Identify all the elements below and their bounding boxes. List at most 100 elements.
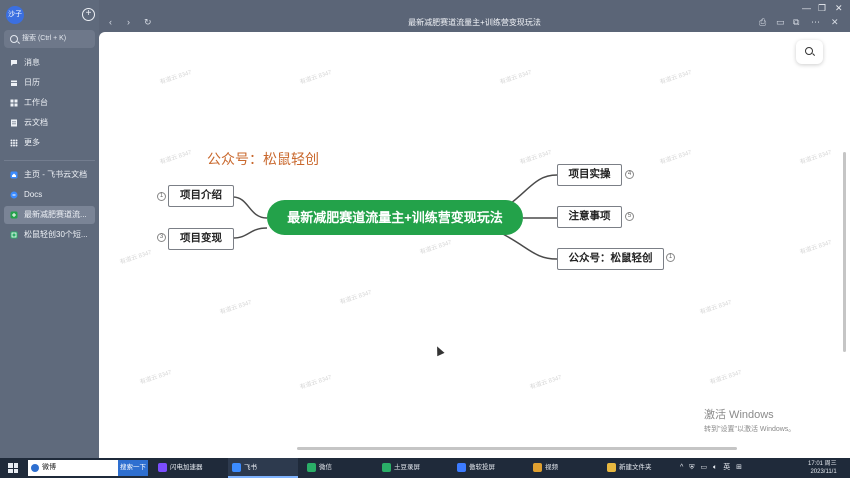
center-node[interactable]: 最新减肥赛道流量主+训练营变现玩法 bbox=[267, 200, 523, 235]
restore-icon[interactable]: ❐ bbox=[818, 3, 826, 14]
node-notes[interactable]: 注意事项 bbox=[557, 206, 622, 228]
shield-icon[interactable]: ⛨ bbox=[689, 464, 694, 471]
sidebar-item-calendar[interactable]: 日历 bbox=[4, 74, 95, 92]
sidebar-item-label: 云文档 bbox=[24, 118, 48, 127]
recent-item-sheet[interactable]: 松鼠轻创30个短... bbox=[4, 226, 95, 244]
task-wechat[interactable]: 微信 bbox=[307, 458, 332, 478]
header-label: 公众号：松鼠轻创 bbox=[207, 152, 319, 168]
app-icon bbox=[307, 462, 316, 472]
add-button[interactable]: + bbox=[82, 8, 95, 21]
sidebar-item-workspace[interactable]: 工作台 bbox=[4, 94, 95, 112]
main-window: — ❐ ✕ ‹ › ↻ 最新减肥赛道流量主+训练营变现玩法 ⎙ ▭ ⧉ ⋯ ✕ … bbox=[99, 0, 850, 458]
print-icon[interactable]: ⎙ bbox=[759, 18, 766, 27]
app-icon bbox=[607, 462, 616, 472]
doc-icon bbox=[11, 119, 17, 127]
collapse-badge[interactable]: 1 bbox=[666, 253, 675, 262]
collapse-badge[interactable]: 4 bbox=[625, 170, 634, 179]
minimize-icon[interactable]: — bbox=[802, 3, 811, 13]
task-label: 新建文件夹 bbox=[619, 464, 652, 471]
grid-icon bbox=[10, 99, 18, 107]
floating-search-button[interactable] bbox=[796, 40, 823, 64]
recent-item-mindmap[interactable]: 最新减肥赛道流... bbox=[4, 206, 95, 224]
task-aoruan[interactable]: 傲软投屏 bbox=[457, 458, 495, 478]
grid-icon[interactable]: ⊞ bbox=[736, 464, 742, 471]
sidebar-divider bbox=[4, 160, 95, 161]
sidebar-item-more[interactable]: 更多 bbox=[4, 134, 95, 152]
app-icon bbox=[232, 462, 241, 472]
task-video[interactable]: 视频 bbox=[533, 458, 558, 478]
recent-item-home[interactable]: 主页 - 飞书云文档 bbox=[4, 166, 95, 184]
clock-time: 17:01 周三 bbox=[808, 461, 837, 467]
taskbar: 微博 搜索一下 闪电加速器 飞书 微信 土豆录屏 傲软投屏 视频 新建文件夹 ^… bbox=[0, 458, 850, 478]
sidebar-item-label: 工作台 bbox=[24, 98, 48, 107]
task-label: 飞书 bbox=[244, 464, 257, 471]
task-label: 土豆录屏 bbox=[394, 464, 420, 471]
windows-start-icon[interactable] bbox=[8, 463, 18, 473]
close-window-icon[interactable]: ✕ bbox=[835, 3, 843, 14]
sidebar-item-label: 日历 bbox=[24, 78, 40, 87]
taskbar-search-button[interactable]: 搜索一下 bbox=[118, 460, 148, 476]
system-tray: ^ ⛨ ▭ 🔈︎ 英 ⊞ bbox=[680, 458, 742, 478]
app-icon bbox=[533, 462, 542, 472]
recent-item-label: 主页 - 飞书云文档 bbox=[24, 170, 88, 179]
chevron-up-icon[interactable]: ^ bbox=[680, 464, 683, 471]
recent-item-docs[interactable]: Docs bbox=[4, 186, 95, 204]
app-icon bbox=[457, 462, 466, 472]
home-icon bbox=[10, 171, 18, 179]
open-external-icon[interactable]: ⧉ bbox=[793, 18, 799, 27]
ime-indicator[interactable]: 英 bbox=[723, 464, 730, 471]
close-tab-icon[interactable]: ✕ bbox=[831, 18, 839, 27]
node-project-monetize[interactable]: 项目变现 bbox=[168, 228, 234, 250]
task-label: 傲软投屏 bbox=[469, 464, 495, 471]
collapse-badge[interactable]: 1 bbox=[157, 192, 166, 201]
network-icon[interactable]: ▭ bbox=[700, 464, 707, 471]
windows-activation-notice: 激活 Windows 转到"设置"以激活 Windows。 bbox=[704, 406, 795, 434]
sidebar: 沙子 + 搜索 (Ctrl + K) 消息 日历 工作台 云文档 更多 主页 -… bbox=[0, 0, 99, 458]
mindmap-icon bbox=[10, 211, 18, 219]
vertical-scrollbar[interactable] bbox=[843, 152, 846, 352]
browser-icon bbox=[31, 464, 39, 472]
search-placeholder: 搜索 (Ctrl + K) bbox=[22, 35, 67, 42]
node-project-practice[interactable]: 项目实操 bbox=[557, 164, 622, 186]
clock-date: 2023/11/1 bbox=[810, 469, 837, 475]
sheet-icon bbox=[10, 231, 18, 239]
node-gongzhonghao[interactable]: 公众号：松鼠轻创 bbox=[557, 248, 664, 270]
activation-subtitle: 转到"设置"以激活 Windows。 bbox=[704, 426, 796, 433]
docs-icon bbox=[10, 191, 18, 199]
horizontal-scrollbar[interactable] bbox=[297, 447, 737, 450]
system-clock[interactable]: 17:01 周三 2023/11/1 bbox=[808, 460, 837, 476]
window-icon[interactable]: ▭ bbox=[776, 18, 785, 27]
task-shandian[interactable]: 闪电加速器 bbox=[158, 458, 203, 478]
task-label: 闪电加速器 bbox=[170, 464, 203, 471]
chat-icon bbox=[11, 60, 17, 66]
collapse-badge[interactable]: 3 bbox=[157, 233, 166, 242]
collapse-badge[interactable]: 5 bbox=[625, 212, 634, 221]
taskbar-search-input[interactable]: 微博 bbox=[28, 460, 118, 476]
task-tudou[interactable]: 土豆录屏 bbox=[382, 458, 420, 478]
search-input[interactable]: 搜索 (Ctrl + K) bbox=[4, 30, 95, 48]
task-feishu[interactable]: 飞书 bbox=[228, 458, 298, 478]
task-label: 微信 bbox=[319, 464, 332, 471]
taskbar-search-text: 微博 bbox=[42, 464, 56, 471]
app-icon bbox=[158, 462, 167, 472]
more-options-icon[interactable]: ⋯ bbox=[811, 18, 820, 27]
search-icon bbox=[805, 47, 813, 55]
mindmap-canvas[interactable]: 有道云 8347 有道云 8347 有道云 8347 有道云 8347 有道云 … bbox=[99, 32, 850, 453]
recent-item-label: 最新减肥赛道流... bbox=[24, 210, 87, 219]
sidebar-item-label: 更多 bbox=[24, 138, 40, 147]
app-icon bbox=[382, 462, 391, 472]
more-icon bbox=[10, 139, 18, 147]
sidebar-item-messages[interactable]: 消息 bbox=[4, 54, 95, 72]
sidebar-item-label: 消息 bbox=[24, 58, 40, 67]
activation-title: 激活 Windows bbox=[704, 409, 774, 421]
task-label: 视频 bbox=[545, 464, 558, 471]
search-icon bbox=[10, 35, 18, 43]
recent-item-label: 松鼠轻创30个短... bbox=[24, 230, 88, 239]
avatar[interactable]: 沙子 bbox=[6, 6, 24, 24]
recent-item-label: Docs bbox=[24, 190, 43, 199]
task-folder[interactable]: 新建文件夹 bbox=[607, 458, 652, 478]
volume-icon[interactable]: 🔈︎ bbox=[713, 464, 717, 471]
node-project-intro[interactable]: 项目介绍 bbox=[168, 185, 234, 207]
page-title: 最新减肥赛道流量主+训练营变现玩法 bbox=[408, 18, 541, 27]
sidebar-item-docs[interactable]: 云文档 bbox=[4, 114, 95, 132]
